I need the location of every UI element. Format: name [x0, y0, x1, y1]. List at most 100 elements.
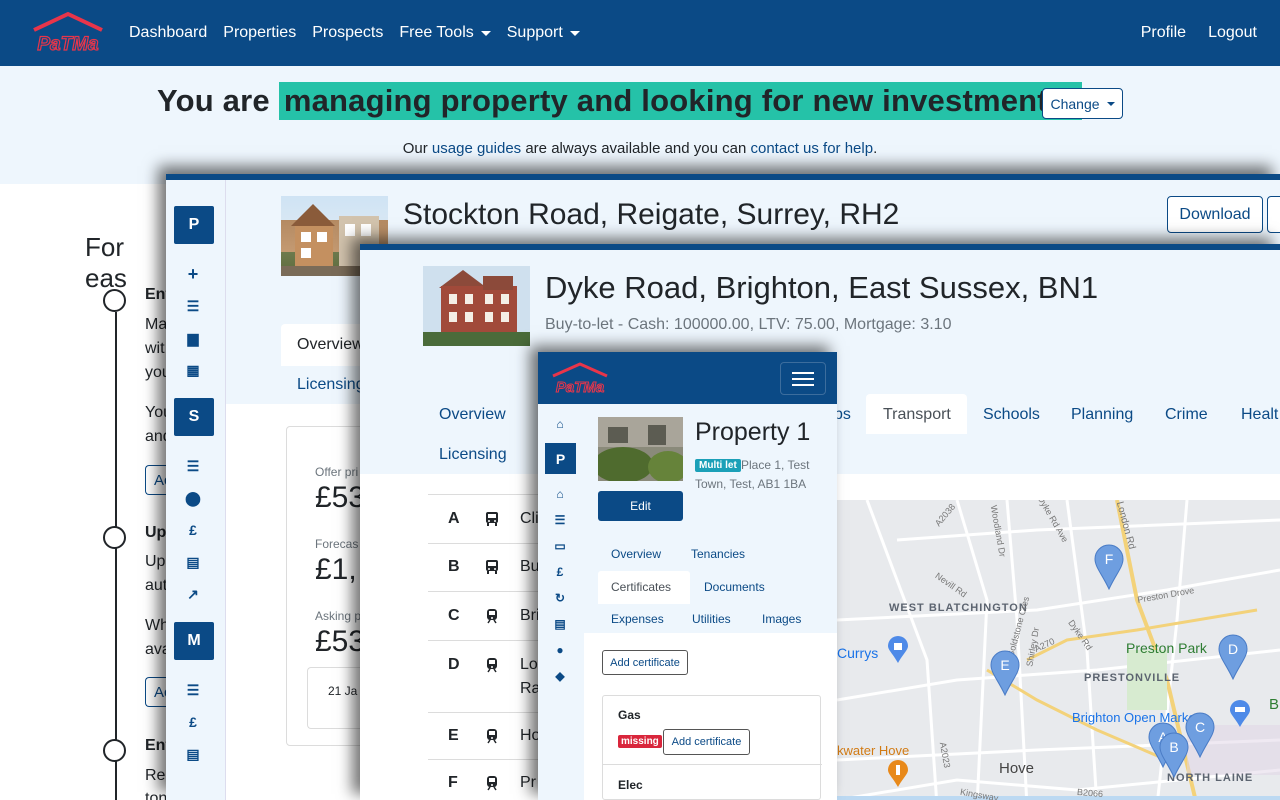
table-row[interactable]: F Pr — [428, 760, 538, 800]
help-text: Our usage guides are always available an… — [0, 140, 1280, 157]
map-marker-icon[interactable]: ⬤ — [185, 490, 201, 506]
patma-logo[interactable]: PaTMa — [30, 12, 106, 54]
step-circle — [103, 289, 126, 312]
user-icon[interactable]: ● — [553, 643, 567, 657]
tab-health[interactable]: Healt — [1241, 406, 1278, 424]
book-icon[interactable]: ▆ — [185, 330, 201, 346]
transport-map[interactable]: WEST BLATCHINGTON PRESTONVILLE NORTH LAI… — [837, 500, 1280, 800]
transport-letter: E — [448, 727, 459, 744]
transport-letter: C — [448, 607, 460, 624]
sidebar-sourcing-badge[interactable]: S — [174, 398, 214, 436]
tab-utilities[interactable]: Utilities — [692, 612, 731, 626]
tab-overview[interactable]: Overview — [439, 406, 506, 424]
map-icon[interactable]: ▤ — [185, 554, 201, 570]
table-row[interactable]: C Bri — [428, 592, 540, 641]
usage-guides-link[interactable]: usage guides — [432, 140, 521, 157]
nav-prospects-link[interactable]: Prospects — [312, 24, 383, 42]
inbox-icon[interactable]: ▭ — [553, 539, 567, 553]
svg-text:D: D — [1228, 641, 1238, 657]
plus-icon[interactable]: + — [185, 265, 201, 283]
tab-images[interactable]: Images — [762, 612, 801, 626]
tab-planning[interactable]: Planning — [1071, 406, 1133, 424]
tab-schools[interactable]: Schools — [983, 406, 1040, 424]
tab-transport[interactable]: Transport — [883, 406, 951, 424]
sidebar-properties-badge[interactable]: P — [545, 443, 576, 474]
add-gas-certificate-button[interactable]: Add certificate — [663, 729, 750, 755]
nav-properties-link[interactable]: Properties — [223, 24, 296, 42]
table-row[interactable]: D Lo Ra — [428, 641, 540, 713]
contact-help-link[interactable]: contact us for help — [751, 140, 874, 157]
map-icon[interactable]: ▤ — [185, 746, 201, 762]
mobile-sidebar: ⌂ P ⌂ ☰ ▭ £ ↻ ▤ ● ◆ — [538, 404, 584, 800]
elec-label: Elec — [618, 778, 643, 792]
document-icon[interactable]: ▤ — [553, 617, 567, 631]
top-navbar: PaTMa Dashboard Properties Prospects Fre… — [0, 0, 1280, 66]
tab-crime[interactable]: Crime — [1165, 406, 1208, 424]
options-button[interactable] — [1267, 196, 1280, 233]
map-label: PRESTONVILLE — [1084, 672, 1181, 684]
add-certificate-button[interactable]: Add certificate — [602, 650, 688, 675]
house-icon[interactable]: ⌂ — [553, 487, 567, 501]
caret-down-icon — [1106, 101, 1115, 106]
tab-overview[interactable]: Overview — [611, 547, 661, 561]
map-pin-c[interactable]: C — [1185, 712, 1215, 758]
tab-licensing[interactable]: Licensing — [439, 446, 507, 464]
missing-badge: missing — [618, 735, 662, 748]
tab-expenses[interactable]: Expenses — [611, 612, 664, 626]
tab-overview[interactable]: Overview — [297, 336, 364, 354]
background-steps: For eas Ent Ma wit you You and Ac Upl Up… — [0, 184, 174, 800]
map-road-label: B2066 — [1076, 786, 1104, 800]
step-circle — [103, 739, 126, 762]
pound-icon[interactable]: £ — [553, 565, 567, 579]
tasks-icon[interactable]: ☰ — [553, 513, 567, 527]
sidebar-properties-badge[interactable]: P — [174, 206, 214, 244]
chart-line-icon[interactable]: ↗ — [185, 586, 201, 602]
refresh-icon[interactable]: ↻ — [553, 591, 567, 605]
nav-logout-link[interactable]: Logout — [1208, 24, 1257, 42]
home-icon[interactable]: ⌂ — [553, 417, 567, 431]
edit-button[interactable]: Edit — [598, 491, 683, 521]
caret-down-icon — [569, 30, 580, 36]
change-mode-button[interactable]: Change — [1042, 88, 1123, 119]
offer-price-value: £53 — [315, 481, 366, 514]
svg-text:B: B — [1169, 739, 1178, 755]
list-icon[interactable]: ☰ — [185, 298, 201, 314]
asking-price-value: £53 — [315, 625, 366, 658]
map-pin-f[interactable]: F — [1094, 544, 1124, 590]
gas-label: Gas — [618, 708, 641, 722]
hamburger-menu-button[interactable] — [780, 362, 826, 395]
map-pin-d[interactable]: D — [1218, 634, 1248, 680]
hero-title-highlight: managing property and looking for new in… — [278, 82, 1083, 120]
nav-profile-link[interactable]: Profile — [1141, 24, 1186, 42]
calendar-icon[interactable]: ▦ — [185, 362, 201, 378]
pound-icon[interactable]: £ — [185, 714, 201, 730]
table-row[interactable]: B Bu — [428, 544, 540, 592]
nav-free-tools-dropdown[interactable]: Free Tools — [399, 24, 491, 42]
table-row[interactable]: E Ho — [428, 713, 540, 760]
win1-property-title: Stockton Road, Reigate, Surrey, RH2 — [403, 198, 900, 231]
download-button[interactable]: Download — [1167, 196, 1263, 233]
property-photo-mobile — [598, 417, 683, 481]
nav-dashboard-link[interactable]: Dashboard — [129, 24, 207, 42]
tab-documents[interactable]: Documents — [704, 580, 765, 594]
pound-icon[interactable]: £ — [185, 522, 201, 538]
bus-icon — [486, 560, 498, 574]
piggy-bank-icon[interactable]: ◆ — [553, 669, 567, 683]
mobile-navbar: PaTMa — [538, 352, 837, 404]
table-row[interactable]: A Cli — [428, 495, 539, 544]
list-icon[interactable]: ☰ — [185, 458, 201, 474]
map-pin-e[interactable]: E — [990, 650, 1020, 696]
map-pin-b[interactable]: B — [1159, 732, 1189, 778]
tab-tenancies[interactable]: Tenancies — [691, 547, 745, 561]
tab-certificates[interactable]: Certificates — [611, 580, 671, 594]
nav-support-dropdown[interactable]: Support — [507, 24, 580, 42]
sidebar-market-badge[interactable]: M — [174, 622, 214, 660]
transport-table: A Cli B Bu C Bri D Lo Ra E Ho F Pr — [428, 494, 540, 800]
nav-free-tools-label: Free Tools — [399, 24, 474, 41]
list-icon[interactable]: ☰ — [185, 682, 201, 698]
tab-licensing[interactable]: Licensing — [297, 376, 365, 394]
shopping-bag-icon — [888, 636, 908, 663]
patma-logo[interactable]: PaTMa — [550, 362, 610, 395]
transport-letter: B — [448, 558, 460, 575]
svg-text:E: E — [1000, 657, 1009, 673]
